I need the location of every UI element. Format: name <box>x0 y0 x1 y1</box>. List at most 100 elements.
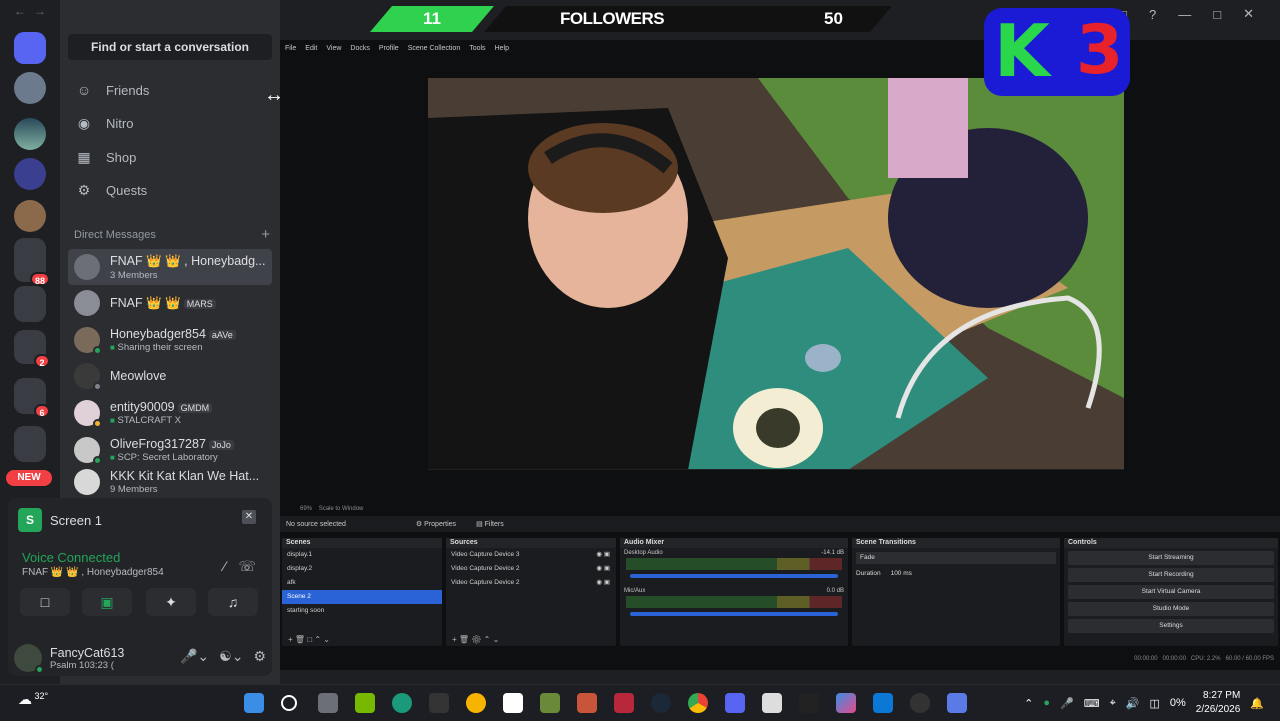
source-item[interactable]: Video Capture Device 2 ◉ ▣ <box>446 576 616 590</box>
server-icon[interactable] <box>14 200 46 232</box>
volume-meter[interactable] <box>626 558 842 570</box>
activities-button[interactable]: ✦ <box>146 588 196 616</box>
server-folder[interactable] <box>14 426 46 462</box>
obs-preview[interactable] <box>428 78 1124 470</box>
app-icon[interactable] <box>577 693 597 713</box>
minimize-button[interactable]: — <box>1178 7 1191 22</box>
menu-file[interactable]: File <box>285 45 296 52</box>
scene-item[interactable]: afk <box>282 576 442 590</box>
clock[interactable]: 8:27 PM 2/26/2026 <box>1196 689 1241 717</box>
headphones-icon[interactable]: ☯⌄ <box>219 648 243 665</box>
visibility-lock-icon[interactable]: ◉ ▣ <box>596 548 610 562</box>
menu-tools[interactable]: Tools <box>469 45 485 52</box>
chevron-up-icon[interactable]: ⌃ <box>1024 697 1033 710</box>
server-folder[interactable]: 2 <box>14 330 50 368</box>
source-toolbar-icons[interactable]: + 🗑 ⚙ ⌃ ⌄ <box>452 635 499 644</box>
keyboard-icon[interactable]: ⌨ <box>1084 697 1100 710</box>
close-button[interactable]: ✕ <box>1243 6 1254 22</box>
mic-icon[interactable]: 🎤⌄ <box>180 648 209 665</box>
battery-icon[interactable]: ◫ <box>1149 697 1159 710</box>
server-folder[interactable] <box>14 286 46 322</box>
source-item[interactable]: Video Capture Device 2 ◉ ▣ <box>446 562 616 576</box>
task-view-icon[interactable] <box>318 693 338 713</box>
visibility-lock-icon[interactable]: ◉ ▣ <box>596 576 610 590</box>
scene-item[interactable]: Scene 2 <box>282 590 442 604</box>
start-virtual-camera-button[interactable]: Start Virtual Camera <box>1068 585 1274 599</box>
app-icon[interactable] <box>392 693 412 713</box>
volume-icon[interactable]: 🔊 <box>1126 697 1140 710</box>
server-icon[interactable] <box>14 158 46 190</box>
studio-mode-button[interactable]: Studio Mode <box>1068 602 1274 616</box>
visibility-lock-icon[interactable]: ◉ ▣ <box>596 562 610 576</box>
notification-bell-icon[interactable]: 🔔 <box>1250 697 1264 710</box>
start-recording-button[interactable]: Start Recording <box>1068 568 1274 582</box>
volume-slider[interactable] <box>630 574 838 578</box>
start-streaming-button[interactable]: Start Streaming <box>1068 551 1274 565</box>
scene-item[interactable]: display.1 <box>282 548 442 562</box>
chrome-icon[interactable] <box>688 693 708 713</box>
create-dm-button[interactable]: + <box>261 227 270 242</box>
app-icon[interactable] <box>614 693 634 713</box>
dm-item[interactable]: Meowlove <box>68 358 272 394</box>
app-icon[interactable] <box>466 693 486 713</box>
nav-friends[interactable]: ☺ Friends <box>68 75 272 105</box>
start-button[interactable] <box>244 693 264 713</box>
back-arrow-icon[interactable]: ← <box>14 4 26 18</box>
server-icon[interactable] <box>14 72 46 104</box>
help-icon[interactable]: ? <box>1149 7 1156 22</box>
steam-icon[interactable] <box>651 693 671 713</box>
nvidia-icon[interactable] <box>355 693 375 713</box>
discord-home-button[interactable] <box>14 32 46 64</box>
minecraft-icon[interactable] <box>540 693 560 713</box>
mic-tray-icon[interactable]: 🎤 <box>1060 697 1074 710</box>
dm-item[interactable]: entity90009 GMDM ■ STALCRAFT X <box>68 395 272 431</box>
soundboard-button[interactable]: ♫ <box>208 588 258 616</box>
transition-select[interactable]: Fade <box>856 552 1056 564</box>
menu-view[interactable]: View <box>326 45 341 52</box>
dm-item[interactable]: OliveFrog317287 JoJo ■ SCP: Secret Labora… <box>68 432 272 468</box>
nav-shop[interactable]: ▦ Shop <box>68 142 272 172</box>
volume-slider[interactable] <box>630 612 838 616</box>
nav-nitro[interactable]: ◉ Nitro <box>68 108 272 138</box>
dm-item[interactable]: Honeybadger854 aAVe ■ Sharing their scree… <box>68 322 272 358</box>
dm-item[interactable]: KKK Kit Kat Klan We Hat... 9 Members <box>68 468 272 496</box>
menu-edit[interactable]: Edit <box>305 45 317 52</box>
menu-scene-collection[interactable]: Scene Collection <box>408 45 461 52</box>
app-icon[interactable] <box>873 693 893 713</box>
properties-button[interactable]: ⚙ Properties <box>416 520 456 528</box>
user-avatar[interactable] <box>14 644 44 674</box>
share-screen-button[interactable]: ▣ <box>82 588 132 616</box>
disconnect-icon[interactable]: ☏ <box>238 558 256 575</box>
menu-profile[interactable]: Profile <box>379 45 399 52</box>
camera-off-button[interactable]: □ <box>20 588 70 616</box>
app-icon[interactable] <box>429 693 449 713</box>
source-item[interactable]: Video Capture Device 3 ◉ ▣ <box>446 548 616 562</box>
close-screen-icon[interactable]: ✕ <box>242 510 256 524</box>
forward-arrow-icon[interactable]: → <box>34 4 46 18</box>
server-folder[interactable]: 88 <box>14 238 50 286</box>
copilot-icon[interactable] <box>836 693 856 713</box>
discord-icon[interactable] <box>725 693 745 713</box>
scene-item[interactable]: display.2 <box>282 562 442 576</box>
scene-toolbar-icons[interactable]: + 🗑 □ ⌃ ⌄ <box>288 635 330 644</box>
server-folder[interactable]: 6 <box>14 378 50 418</box>
maximize-button[interactable]: □ <box>1213 7 1221 22</box>
search-input[interactable]: Find or start a conversation <box>68 34 272 60</box>
settings-button[interactable]: Settings <box>1068 619 1274 633</box>
dm-item[interactable]: FNAF 👑 👑 MARS <box>68 285 272 321</box>
nav-quests[interactable]: ⚙ Quests <box>68 175 272 205</box>
wifi-icon[interactable]: ⌖ <box>1110 697 1116 710</box>
roblox-icon[interactable] <box>947 693 967 713</box>
scale-to-window[interactable]: Scale to Window <box>319 506 364 512</box>
status-dot-icon[interactable]: ● <box>1043 697 1050 709</box>
volume-meter[interactable] <box>626 596 842 608</box>
voice-connected-label[interactable]: Voice Connected <box>22 550 164 565</box>
scene-item[interactable]: starting soon <box>282 604 442 618</box>
noise-suppression-icon[interactable]: ∕ <box>224 558 226 574</box>
app-icon[interactable] <box>799 693 819 713</box>
zoom-level[interactable]: 69% <box>300 506 312 512</box>
menu-help[interactable]: Help <box>495 45 509 52</box>
dm-item[interactable]: FNAF 👑 👑 , Honeybadg... 3 Members <box>68 249 272 285</box>
duration-input[interactable]: 100 ms <box>891 570 912 577</box>
obs-icon[interactable] <box>910 693 930 713</box>
